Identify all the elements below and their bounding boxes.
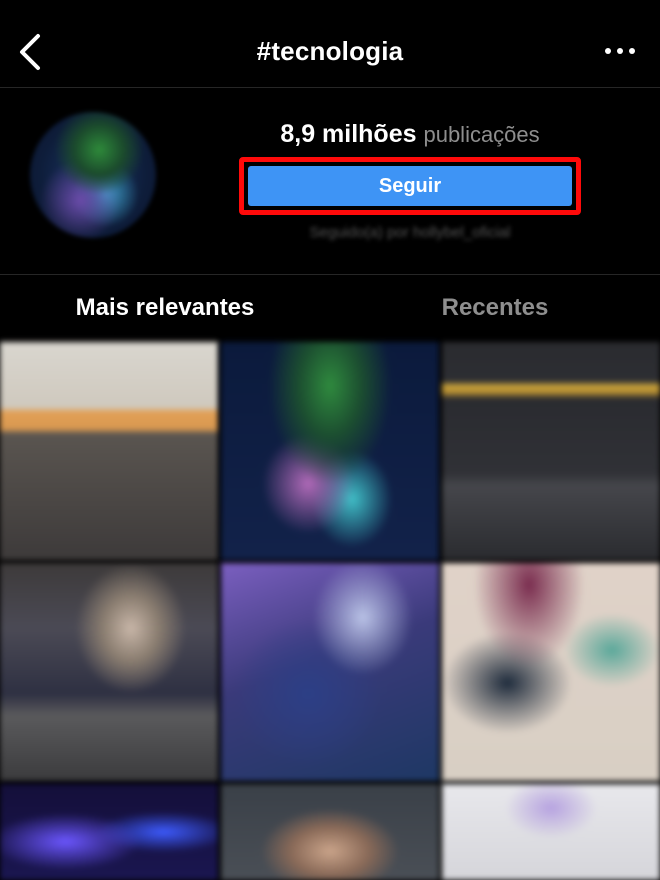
more-horizontal-icon (605, 48, 635, 54)
top-bar: #tecnologia (0, 0, 660, 88)
follow-button[interactable]: Seguir (248, 166, 572, 206)
more-options-button[interactable] (602, 40, 638, 62)
post-thumbnail[interactable] (442, 784, 660, 880)
hashtag-title: #tecnologia (256, 36, 404, 66)
post-thumbnail[interactable] (221, 342, 439, 560)
hashtag-avatar (30, 112, 156, 238)
post-thumbnail[interactable] (0, 563, 218, 781)
hashtag-header: 8,9 milhões publicações Seguir Seguido(a… (0, 88, 660, 275)
follow-highlight: Seguir (239, 157, 581, 215)
post-thumbnail[interactable] (221, 563, 439, 781)
tab-recent[interactable]: Recentes (330, 294, 660, 322)
post-count: 8,9 milhões publicações (210, 120, 610, 149)
post-thumbnail[interactable] (0, 784, 218, 880)
post-count-label: publicações (423, 122, 540, 147)
post-thumbnail[interactable] (442, 563, 660, 781)
followed-by-text: Seguido(a) por hollybel_oficial (309, 224, 511, 241)
feed-tabs: Mais relevantes Recentes (0, 276, 660, 342)
post-thumbnail[interactable] (221, 784, 439, 880)
tab-top[interactable]: Mais relevantes (0, 294, 330, 322)
post-thumbnail[interactable] (442, 342, 660, 560)
post-thumbnail[interactable] (0, 342, 218, 560)
post-count-value: 8,9 milhões (280, 120, 417, 148)
post-grid (0, 342, 660, 880)
